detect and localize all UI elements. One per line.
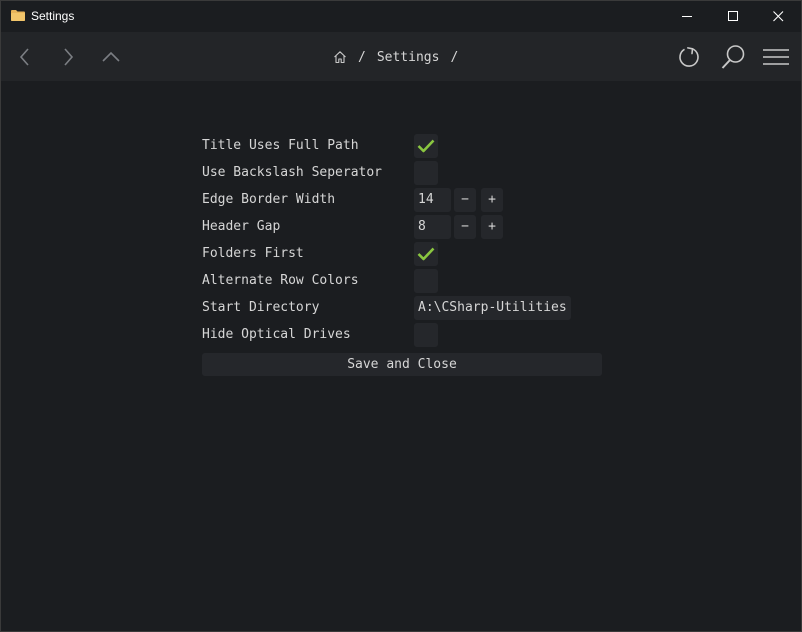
chevron-left-icon (19, 48, 29, 66)
setting-start-directory: Start Directory A:\CSharp-Utilities (202, 296, 602, 320)
menu-button[interactable] (761, 42, 791, 72)
up-button[interactable] (96, 42, 126, 72)
setting-label: Hide Optical Drives (202, 327, 351, 342)
chevron-right-icon (64, 48, 74, 66)
setting-label: Use Backslash Seperator (202, 165, 383, 180)
hide-optical-drives-checkbox[interactable] (414, 323, 438, 347)
chevron-up-icon (102, 51, 120, 62)
breadcrumb-separator: / (358, 49, 366, 65)
setting-label: Title Uses Full Path (202, 138, 359, 153)
backslash-checkbox[interactable] (414, 161, 438, 185)
setting-label: Start Directory (202, 300, 320, 315)
window-title: Settings (31, 9, 75, 23)
header-gap-increment-button[interactable]: + (481, 215, 503, 239)
settings-window: Settings / Settings / Title Uses Full Pa… (0, 0, 802, 632)
edge-border-increment-button[interactable]: + (481, 188, 503, 212)
forward-button[interactable] (53, 42, 83, 72)
close-icon (772, 11, 783, 22)
folders-first-checkbox[interactable] (414, 242, 438, 266)
refresh-button[interactable] (674, 42, 704, 72)
setting-folders-first: Folders First (202, 242, 602, 266)
search-button[interactable] (718, 42, 748, 72)
setting-label: Alternate Row Colors (202, 273, 359, 288)
search-icon (721, 45, 745, 69)
maximize-button[interactable] (710, 1, 756, 32)
breadcrumb-item-settings[interactable]: Settings (377, 50, 440, 65)
refresh-icon (679, 47, 699, 67)
title-bar[interactable]: Settings (1, 1, 801, 32)
setting-label: Header Gap (202, 219, 281, 234)
setting-backslash: Use Backslash Seperator (202, 161, 602, 185)
edge-border-decrement-button[interactable]: − (454, 188, 476, 212)
save-and-close-button[interactable]: Save and Close (202, 353, 602, 376)
navigation-bar: / Settings / (1, 32, 801, 81)
setting-label: Folders First (202, 246, 304, 261)
home-icon[interactable] (333, 50, 347, 64)
edge-border-width-input[interactable]: 14 (414, 188, 451, 212)
setting-edge-border-width: Edge Border Width 14 − + (202, 188, 602, 212)
checkmark-icon (417, 247, 435, 261)
setting-title-full-path: Title Uses Full Path (202, 134, 602, 158)
setting-header-gap: Header Gap 8 − + (202, 215, 602, 239)
close-button[interactable] (755, 1, 801, 32)
folder-icon (11, 10, 25, 21)
back-button[interactable] (10, 42, 40, 72)
breadcrumb: / Settings / (333, 46, 469, 68)
title-full-path-checkbox[interactable] (414, 134, 438, 158)
maximize-icon (727, 11, 738, 21)
breadcrumb-separator: / (450, 49, 459, 65)
start-directory-input[interactable]: A:\CSharp-Utilities (414, 296, 571, 320)
header-gap-input[interactable]: 8 (414, 215, 451, 239)
checkmark-icon (417, 139, 435, 153)
setting-label: Edge Border Width (202, 192, 336, 207)
hamburger-menu-icon (763, 49, 789, 65)
setting-hide-optical-drives: Hide Optical Drives (202, 323, 602, 347)
header-gap-decrement-button[interactable]: − (454, 215, 476, 239)
minimize-icon (681, 16, 692, 17)
alternate-row-colors-checkbox[interactable] (414, 269, 438, 293)
minimize-button[interactable] (664, 1, 710, 32)
setting-alternate-row-colors: Alternate Row Colors (202, 269, 602, 293)
